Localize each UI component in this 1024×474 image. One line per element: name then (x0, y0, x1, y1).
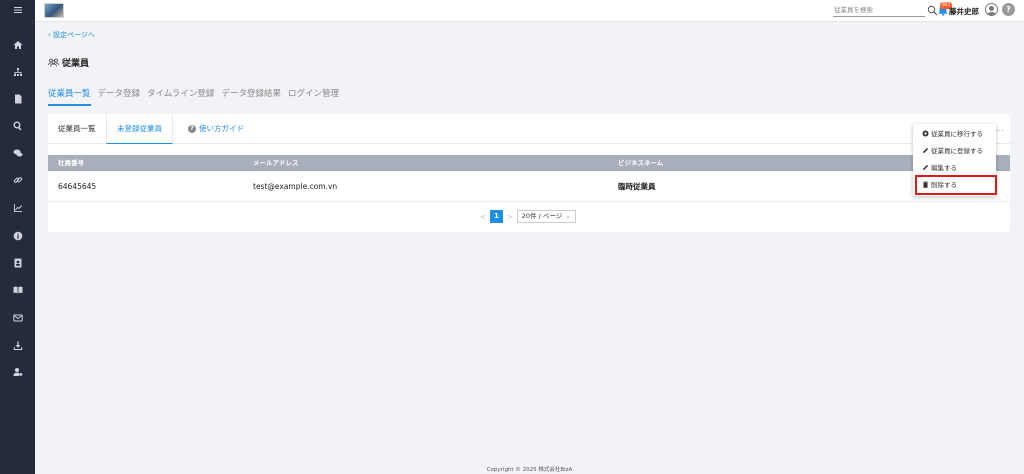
chart-icon[interactable] (0, 200, 35, 216)
menu-icon[interactable] (0, 2, 35, 18)
menu-label: 編集する (931, 164, 957, 172)
mail-icon[interactable] (0, 310, 35, 326)
subtab-unregistered[interactable]: 未登録従業員 (106, 114, 173, 144)
info-icon[interactable] (0, 228, 35, 244)
link-icon[interactable] (0, 172, 35, 188)
user-name[interactable]: 藤井史郎 (949, 6, 979, 17)
register-employee-item[interactable]: 従業員に登録する (922, 145, 983, 155)
book-icon[interactable] (0, 282, 35, 298)
tab-timeline-registration[interactable]: タイムライン登録 (147, 87, 214, 106)
footer-copyright: Copyright © 2025 株式会社BizA (486, 467, 573, 473)
main-tabs: 従業員一覧 データ登録 タイムライン登録 データ登録結果 ログイン管理 (48, 87, 346, 106)
company-logo[interactable] (44, 3, 64, 18)
sidebar (0, 0, 35, 474)
subtabs: 従業員一覧 未登録従業員 ? 使い方ガイド (48, 114, 1010, 144)
home-icon[interactable] (0, 37, 35, 53)
cell-business-name: 臨時従業員 (618, 182, 656, 191)
document-icon[interactable] (0, 91, 35, 107)
download-icon[interactable] (0, 338, 35, 354)
search-icon[interactable] (927, 5, 938, 16)
pagination: < 1 > 20件 / ページ ⌄ (480, 210, 576, 223)
edit-item[interactable]: 編集する (922, 162, 957, 172)
back-to-settings-link[interactable]: ‹ 設定ページへ (48, 30, 95, 40)
question-icon: ? (188, 125, 196, 133)
user-settings-icon[interactable] (0, 364, 35, 380)
tab-employee-list[interactable]: 従業員一覧 (48, 87, 91, 106)
migrate-icon (922, 130, 929, 136)
top-header: 従業員を検索 381 藤井史郎 ? (35, 0, 1024, 22)
employee-card: 従業員一覧 未登録従業員 ? 使い方ガイド 社員番号 メールアドレス ビジネスネ… (48, 114, 1010, 232)
page-number-button[interactable]: 1 (489, 210, 503, 223)
cell-email: test@example.com.vn (253, 182, 338, 191)
org-chart-icon[interactable] (0, 64, 35, 80)
help-icon[interactable]: ? (1002, 3, 1015, 16)
delete-highlight-box (915, 175, 997, 195)
search-icon[interactable] (0, 118, 35, 134)
avatar[interactable] (985, 3, 998, 16)
pencil-icon (923, 164, 929, 170)
page-size-label: 20件 / ページ (521, 212, 563, 220)
page-title: 従業員 (48, 56, 89, 69)
header-email[interactable]: メールアドレス (253, 155, 299, 171)
menu-label: 従業員に登録する (931, 147, 983, 155)
migrate-employee-item[interactable]: 従業員に移行する (922, 128, 983, 138)
menu-label: 従業員に移行する (931, 130, 983, 138)
tab-data-registration[interactable]: データ登録 (98, 87, 141, 106)
tab-login-management[interactable]: ログイン管理 (288, 87, 339, 106)
subtab-guide[interactable]: ? 使い方ガイド (178, 114, 254, 144)
search-input[interactable]: 従業員を検索 (833, 5, 925, 17)
more-actions-button[interactable]: ... (996, 124, 1004, 133)
page-size-select[interactable]: 20件 / ページ ⌄ (516, 210, 576, 223)
table-header: 社員番号 メールアドレス ビジネスネーム (48, 155, 1010, 171)
prev-page-button[interactable]: < (480, 213, 486, 221)
header-employee-number[interactable]: 社員番号 (58, 155, 84, 171)
chat-icon[interactable] (0, 145, 35, 161)
chevron-down-icon: ⌄ (565, 212, 571, 220)
back-link-label[interactable]: 設定ページへ (53, 31, 95, 39)
page-title-text: 従業員 (62, 59, 90, 69)
subtab-employee-list[interactable]: 従業員一覧 (48, 114, 106, 144)
header-business-name[interactable]: ビジネスネーム (618, 155, 663, 171)
table-row[interactable]: 64645645 test@example.com.vn 臨時従業員 (48, 171, 1010, 202)
contact-icon[interactable] (0, 255, 35, 271)
pencil-icon (923, 147, 929, 153)
guide-label: 使い方ガイド (199, 124, 244, 133)
employees-icon (48, 58, 59, 67)
next-page-button[interactable]: > (507, 213, 513, 221)
cell-employee-number: 64645645 (58, 182, 97, 191)
tab-registration-results[interactable]: データ登録結果 (221, 87, 281, 106)
